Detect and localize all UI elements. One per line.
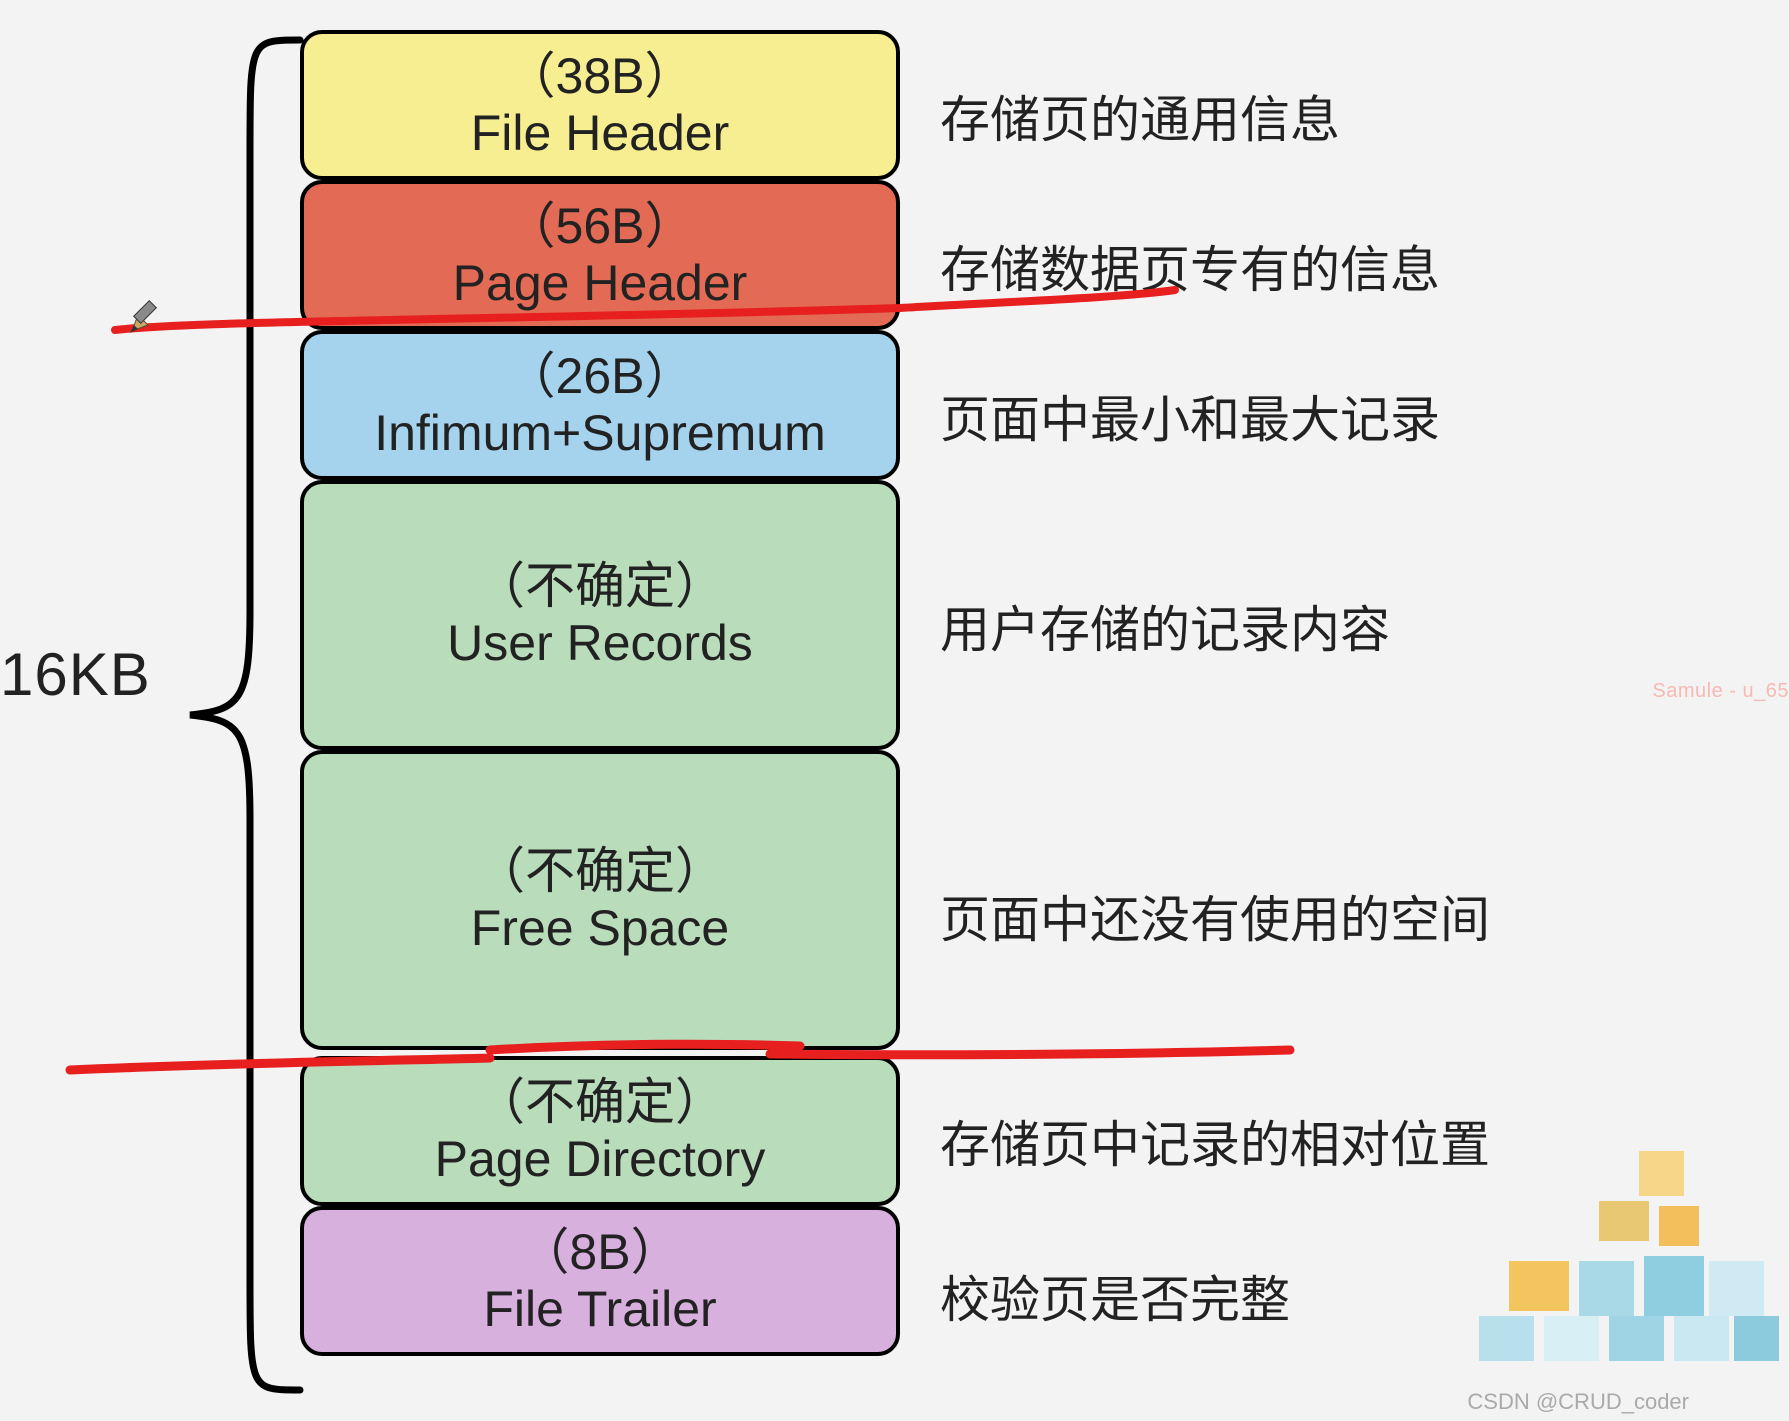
brace-icon: [170, 30, 310, 1400]
block-size: （不确定）: [475, 843, 725, 901]
desc-free-space: 页面中还没有使用的空间: [940, 880, 1490, 952]
desc-page-directory: 存储页中记录的相对位置: [940, 1105, 1490, 1177]
block-file-header: （38B） File Header: [300, 30, 900, 180]
decorative-pixels: [1449, 1111, 1779, 1371]
block-free-space: （不确定） Free Space: [300, 750, 900, 1050]
block-user-records: （不确定） User Records: [300, 480, 900, 750]
block-name: User Records: [447, 615, 753, 673]
block-name: Page Directory: [435, 1131, 766, 1189]
block-page-directory: （不确定） Page Directory: [300, 1056, 900, 1206]
block-page-header: （56B） Page Header: [300, 180, 900, 330]
block-size: （38B）: [506, 48, 695, 106]
block-file-trailer: （8B） File Trailer: [300, 1206, 900, 1356]
pencil-cursor-icon: [128, 295, 168, 335]
block-name: File Trailer: [483, 1281, 716, 1339]
block-name: Free Space: [471, 900, 729, 958]
block-size: （8B）: [519, 1224, 680, 1282]
block-name: Page Header: [453, 255, 748, 313]
desc-file-header: 存储页的通用信息: [940, 80, 1340, 152]
desc-page-header: 存储数据页专有的信息: [940, 230, 1440, 302]
desc-infimum-supremum: 页面中最小和最大记录: [940, 380, 1440, 452]
block-size: （不确定）: [475, 1074, 725, 1132]
desc-file-trailer: 校验页是否完整: [940, 1260, 1290, 1332]
block-size: （56B）: [506, 198, 695, 256]
desc-user-records: 用户存储的记录内容: [940, 590, 1390, 662]
watermark-bottom: CSDN @CRUD_coder: [1467, 1389, 1689, 1415]
block-size: （26B）: [506, 348, 695, 406]
watermark-right: Samule - u_65: [1652, 680, 1789, 703]
blocks-column: （38B） File Header （56B） Page Header （26B…: [300, 30, 900, 1356]
block-name: Infimum+Supremum: [374, 405, 826, 463]
block-infimum-supremum: （26B） Infimum+Supremum: [300, 330, 900, 480]
block-name: File Header: [471, 105, 729, 163]
diagram-stage: 16KB （38B） File Header （56B） Page Header…: [0, 0, 1789, 1421]
total-size-label: 16KB: [0, 640, 151, 709]
block-size: （不确定）: [475, 558, 725, 616]
